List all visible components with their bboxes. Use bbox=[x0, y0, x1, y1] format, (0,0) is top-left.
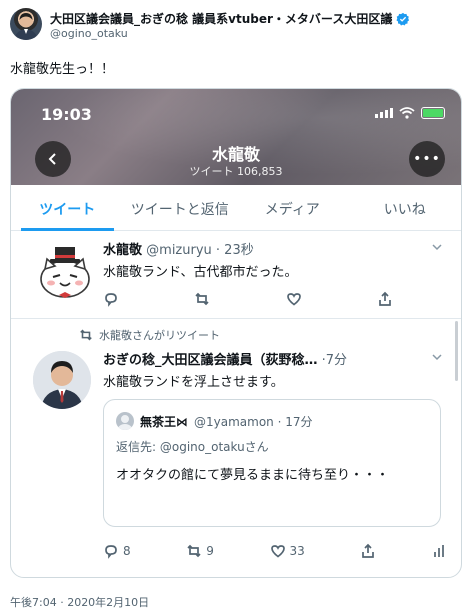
more-dots-icon: ••• bbox=[413, 151, 441, 167]
quoted-tweet[interactable]: 無茶王⋈ @1yamamon · 17分 返信先: @ogino_otakuさん… bbox=[103, 399, 441, 527]
reply-count: 8 bbox=[123, 544, 131, 558]
retweet-indicator: 水龍敬さんがリツイート bbox=[79, 327, 220, 343]
tab-likes[interactable]: いいね bbox=[349, 185, 462, 230]
chevron-down-icon[interactable] bbox=[431, 241, 443, 253]
status-bar-time: 19:03 bbox=[41, 105, 92, 124]
tweet-text: 水龍敬ランド、古代都市だった。 bbox=[103, 265, 298, 280]
like-count: 33 bbox=[289, 544, 305, 558]
retweet-label: 水龍敬さんがリツイート bbox=[99, 329, 220, 342]
quoted-author-avatar bbox=[116, 412, 134, 430]
like-button[interactable] bbox=[286, 291, 302, 307]
retweet-button[interactable] bbox=[194, 291, 210, 307]
signal-icon bbox=[375, 108, 393, 118]
share-icon bbox=[362, 543, 375, 558]
profile-name: 水龍敬 bbox=[211, 145, 260, 164]
author-handle[interactable]: @ogino_otaku bbox=[50, 27, 128, 40]
more-options-button[interactable]: ••• bbox=[409, 141, 445, 177]
battery-icon bbox=[421, 107, 445, 119]
heart-icon bbox=[286, 293, 301, 306]
analytics-icon bbox=[434, 545, 444, 557]
share-button[interactable] bbox=[360, 543, 376, 559]
reply-button[interactable] bbox=[103, 291, 119, 307]
tweet-time: ·7分 bbox=[321, 353, 348, 368]
quoted-handle-time: @1yamamon · 17分 bbox=[194, 414, 313, 429]
tweet-actions: 8 9 33 bbox=[103, 543, 448, 559]
timeline-tweet[interactable]: 水龍敬さんがリツイート おぎの稔_大田区議会議員（荻野稔… ·7分 水龍敬ランド… bbox=[11, 319, 461, 577]
tweet-header: おぎの稔_大田区議会議員（荻野稔… ·7分 bbox=[103, 349, 423, 368]
ogino-avatar[interactable] bbox=[33, 351, 91, 409]
scrollbar[interactable] bbox=[455, 321, 458, 381]
tweet-header: 水龍敬 @mizuryu · 23秒 bbox=[103, 239, 254, 258]
status-bar-icons bbox=[375, 107, 445, 119]
tab-tweets-and-replies[interactable]: ツイートと返信 bbox=[124, 185, 237, 230]
share-icon bbox=[379, 291, 391, 306]
retweet-icon bbox=[195, 292, 209, 306]
chevron-down-icon[interactable] bbox=[431, 351, 443, 363]
author-avatar[interactable] bbox=[10, 8, 42, 40]
reply-icon bbox=[105, 293, 117, 307]
quoted-reply-to: 返信先: @ogino_otakuさん bbox=[116, 440, 269, 454]
analytics-button[interactable] bbox=[432, 543, 448, 559]
tweet-handle-time: @mizuryu · 23秒 bbox=[146, 243, 254, 258]
tweet-author-name[interactable]: おぎの稔_大田区議会議員（荻野稔… bbox=[103, 353, 318, 368]
retweet-icon bbox=[187, 544, 201, 558]
author-name-row: 大田区議会議員_おぎの稔 議員系vtuber・メタバース大田区議 bbox=[50, 10, 410, 27]
quoted-tweet-header: 無茶王⋈ @1yamamon · 17分 bbox=[116, 412, 313, 430]
like-button[interactable]: 33 bbox=[270, 543, 305, 559]
mizuryu-avatar[interactable] bbox=[33, 239, 97, 303]
tweet-actions bbox=[103, 291, 393, 307]
retweet-count: 9 bbox=[206, 544, 214, 558]
quoted-tweet-text: オオタクの館にて夢見るままに待ち至り・・・ bbox=[116, 468, 390, 483]
retweet-icon bbox=[80, 329, 92, 341]
tweet-text: 水龍敬先生っ！！ bbox=[10, 62, 115, 77]
verified-badge-icon bbox=[396, 12, 410, 25]
tweet-timestamp[interactable]: 午後7:04 · 2020年2月10日 bbox=[10, 594, 149, 610]
timeline-tweet[interactable]: 水龍敬 @mizuryu · 23秒 水龍敬ランド、古代都市だった。 bbox=[11, 231, 461, 319]
attached-screenshot[interactable]: 19:03 水龍敬 ツイート 106,853 ••• ツイート ツイートと返信 … bbox=[10, 88, 462, 578]
reply-icon bbox=[105, 545, 117, 559]
tab-media[interactable]: メディア bbox=[236, 185, 349, 230]
tab-tweets[interactable]: ツイート bbox=[11, 185, 124, 231]
reply-button[interactable]: 8 bbox=[103, 543, 131, 559]
tweet-author-name[interactable]: 水龍敬 bbox=[103, 243, 142, 258]
heart-icon bbox=[270, 545, 285, 558]
share-button[interactable] bbox=[377, 291, 393, 307]
quoted-author-name: 無茶王⋈ bbox=[140, 414, 189, 429]
author-display-name[interactable]: 大田区議会議員_おぎの稔 議員系vtuber・メタバース大田区議 bbox=[50, 10, 392, 27]
retweet-button[interactable]: 9 bbox=[186, 543, 214, 559]
wifi-icon bbox=[399, 107, 415, 119]
profile-tweet-count: ツイート 106,853 bbox=[189, 165, 283, 178]
tweet-text: 水龍敬ランドを浮上させます。 bbox=[103, 375, 284, 390]
profile-tabs: ツイート ツイートと返信 メディア いいね bbox=[11, 185, 461, 231]
